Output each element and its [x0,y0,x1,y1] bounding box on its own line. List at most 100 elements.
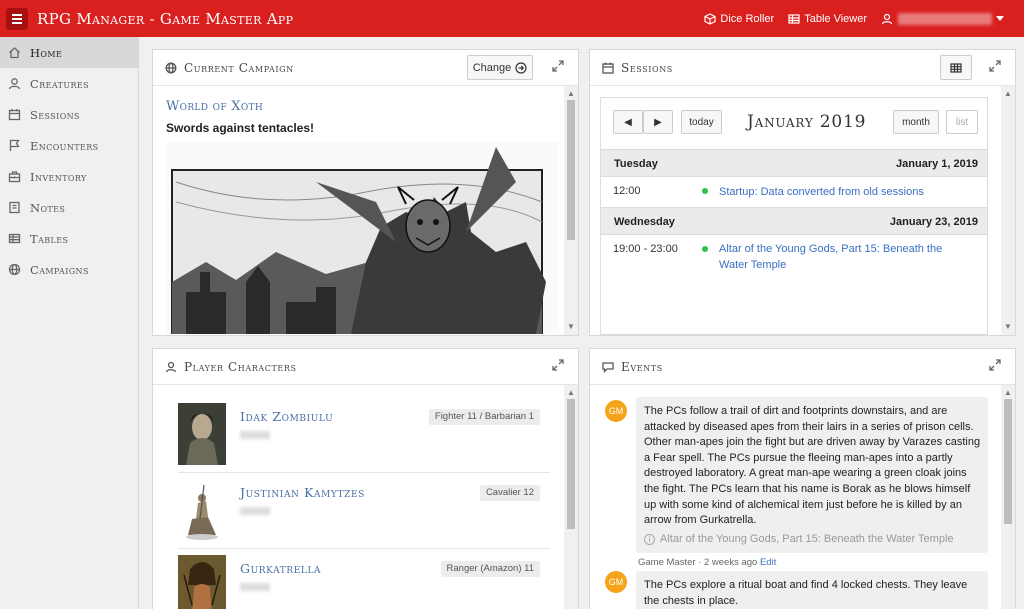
panel-title: Sessions [621,60,673,75]
players-scrollbar[interactable]: ▲ [564,385,578,609]
campaign-name[interactable]: World of Xoth [166,99,263,114]
menu-toggle-button[interactable] [6,7,28,30]
session-calendar: ◀ ▶ today January 2019 month list Tuesda… [600,97,988,335]
app-title: RPG Manager - Game Master App [37,9,294,28]
panel-title: Player Characters [184,359,297,374]
character-portrait [178,555,226,609]
expand-icon[interactable] [989,60,1001,72]
sidebar-item-label: Encounters [30,138,99,153]
sidebar-item-label: Tables [30,231,69,246]
sidebar-item-tables[interactable]: Tables [0,223,138,254]
cube-icon [704,12,717,25]
today-button[interactable]: today [681,110,722,134]
character-name[interactable]: Gurkatrella [240,561,321,576]
user-icon [8,78,21,90]
event-meta: Game Master · 2 weeks ago Edit [638,557,776,568]
event-title[interactable]: Altar of the Young Gods, Part 15: Beneat… [719,241,969,273]
list-item[interactable]: 12:00 Startup: Data converted from old s… [601,177,987,207]
player-characters-panel: Player Characters Idak Zombiulu Fighter … [152,348,579,609]
sidebar-item-label: Home [30,45,63,60]
character-portrait [178,403,226,465]
list-item[interactable]: Gurkatrella Ranger (Amazon) 11 [178,549,550,609]
calendar-title: January 2019 [747,112,867,132]
month-button[interactable]: month [893,110,939,134]
sessions-panel: Sessions ◀ ▶ today January 2019 month li… [589,49,1016,336]
sidebar-item-label: Notes [30,200,66,215]
character-name[interactable]: Idak Zombiulu [240,409,333,424]
list-item[interactable]: Idak Zombiulu Fighter 11 / Barbarian 1 [178,397,550,473]
calendar-icon [8,109,21,121]
table-view-button[interactable] [940,55,972,80]
panel-title: Events [621,359,663,374]
character-class-badge: Cavalier 12 [479,485,540,501]
edit-link[interactable]: Edit [760,557,776,568]
sidebar-item-inventory[interactable]: Inventory [0,161,138,192]
briefcase-icon [8,171,21,183]
info-icon: i [644,534,655,546]
chevron-down-icon[interactable] [996,16,1004,21]
calendar-icon [602,62,614,74]
table-viewer-label: Table Viewer [804,12,867,25]
note-icon [9,201,20,214]
table-icon [950,62,962,73]
list-button[interactable]: list [946,110,978,134]
sidebar-item-notes[interactable]: Notes [0,192,138,223]
user-name[interactable] [898,12,992,25]
globe-icon [165,62,177,73]
event-session-link[interactable]: i Altar of the Young Gods, Part 15: Bene… [644,532,981,548]
list-item[interactable]: Justinian Kamytzes Cavalier 12 [178,473,550,549]
expand-icon[interactable] [552,359,564,371]
flag-icon [9,139,20,151]
event-dot [702,188,708,194]
character-class-badge: Fighter 11 / Barbarian 1 [428,409,540,425]
sidebar-item-campaigns[interactable]: Campaigns [0,254,138,285]
table-icon [788,13,800,24]
sidebar-item-sessions[interactable]: Sessions [0,99,138,130]
event-bubble: The PCs explore a ritual boat and find 4… [636,571,988,609]
sidebar-item-label: Sessions [30,107,80,122]
prev-button[interactable]: ◀ [613,110,643,134]
event-time: 12:00 [613,185,641,197]
sidebar-item-label: Creatures [30,76,90,91]
next-button[interactable]: ▶ [643,110,673,134]
campaign-subtitle: Swords against tentacles! [166,121,315,135]
current-campaign-panel: Current Campaign Change World of Xoth Sw… [152,49,579,336]
character-name[interactable]: Justinian Kamytzes [240,485,365,500]
table-icon [8,233,21,244]
sidebar: Home Creatures Sessions Encounters Inven… [0,37,139,609]
change-campaign-button[interactable]: Change [467,55,533,80]
expand-icon[interactable] [552,60,564,72]
event-time: 19:00 - 23:00 [613,243,678,255]
sessions-scrollbar[interactable]: ▲ ▼ [1001,86,1015,335]
sidebar-item-encounters[interactable]: Encounters [0,130,138,161]
event-text: The PCs explore a ritual boat and find 4… [644,579,968,607]
character-class-badge: Ranger (Amazon) 11 [440,561,540,577]
sidebar-item-creatures[interactable]: Creatures [0,68,138,99]
expand-icon[interactable] [989,359,1001,371]
event-dot [702,246,708,252]
avatar: GM [605,400,627,422]
event-bubble: The PCs follow a trail of dirt and footp… [636,397,988,554]
events-scrollbar[interactable]: ▲ [1001,385,1015,609]
day-header: Tuesday January 1, 2019 [601,149,987,177]
dice-roller-link[interactable]: Dice Roller [704,13,774,25]
player-name [240,507,270,515]
campaign-image [166,142,559,334]
event-text: The PCs follow a trail of dirt and footp… [644,405,981,527]
sidebar-item-label: Campaigns [30,262,89,277]
event-title[interactable]: Startup: Data converted from old session… [719,184,969,200]
home-icon [9,47,20,59]
globe-icon [8,263,21,276]
sidebar-item-home[interactable]: Home [0,37,138,68]
dice-roller-label: Dice Roller [720,12,775,25]
campaign-scrollbar[interactable]: ▲ ▼ [564,86,578,335]
event-session-title: Altar of the Young Gods, Part 15: Beneat… [660,532,954,545]
sidebar-item-label: Inventory [30,169,87,184]
events-panel: Events GM The PCs follow a trail of dirt… [589,348,1016,609]
date: January 1, 2019 [896,158,978,170]
comment-icon [602,361,614,373]
panel-title: Current Campaign [184,60,294,75]
character-portrait [178,479,226,541]
list-item[interactable]: 19:00 - 23:00 Altar of the Young Gods, P… [601,235,987,285]
table-viewer-link[interactable]: Table Viewer [788,13,867,25]
